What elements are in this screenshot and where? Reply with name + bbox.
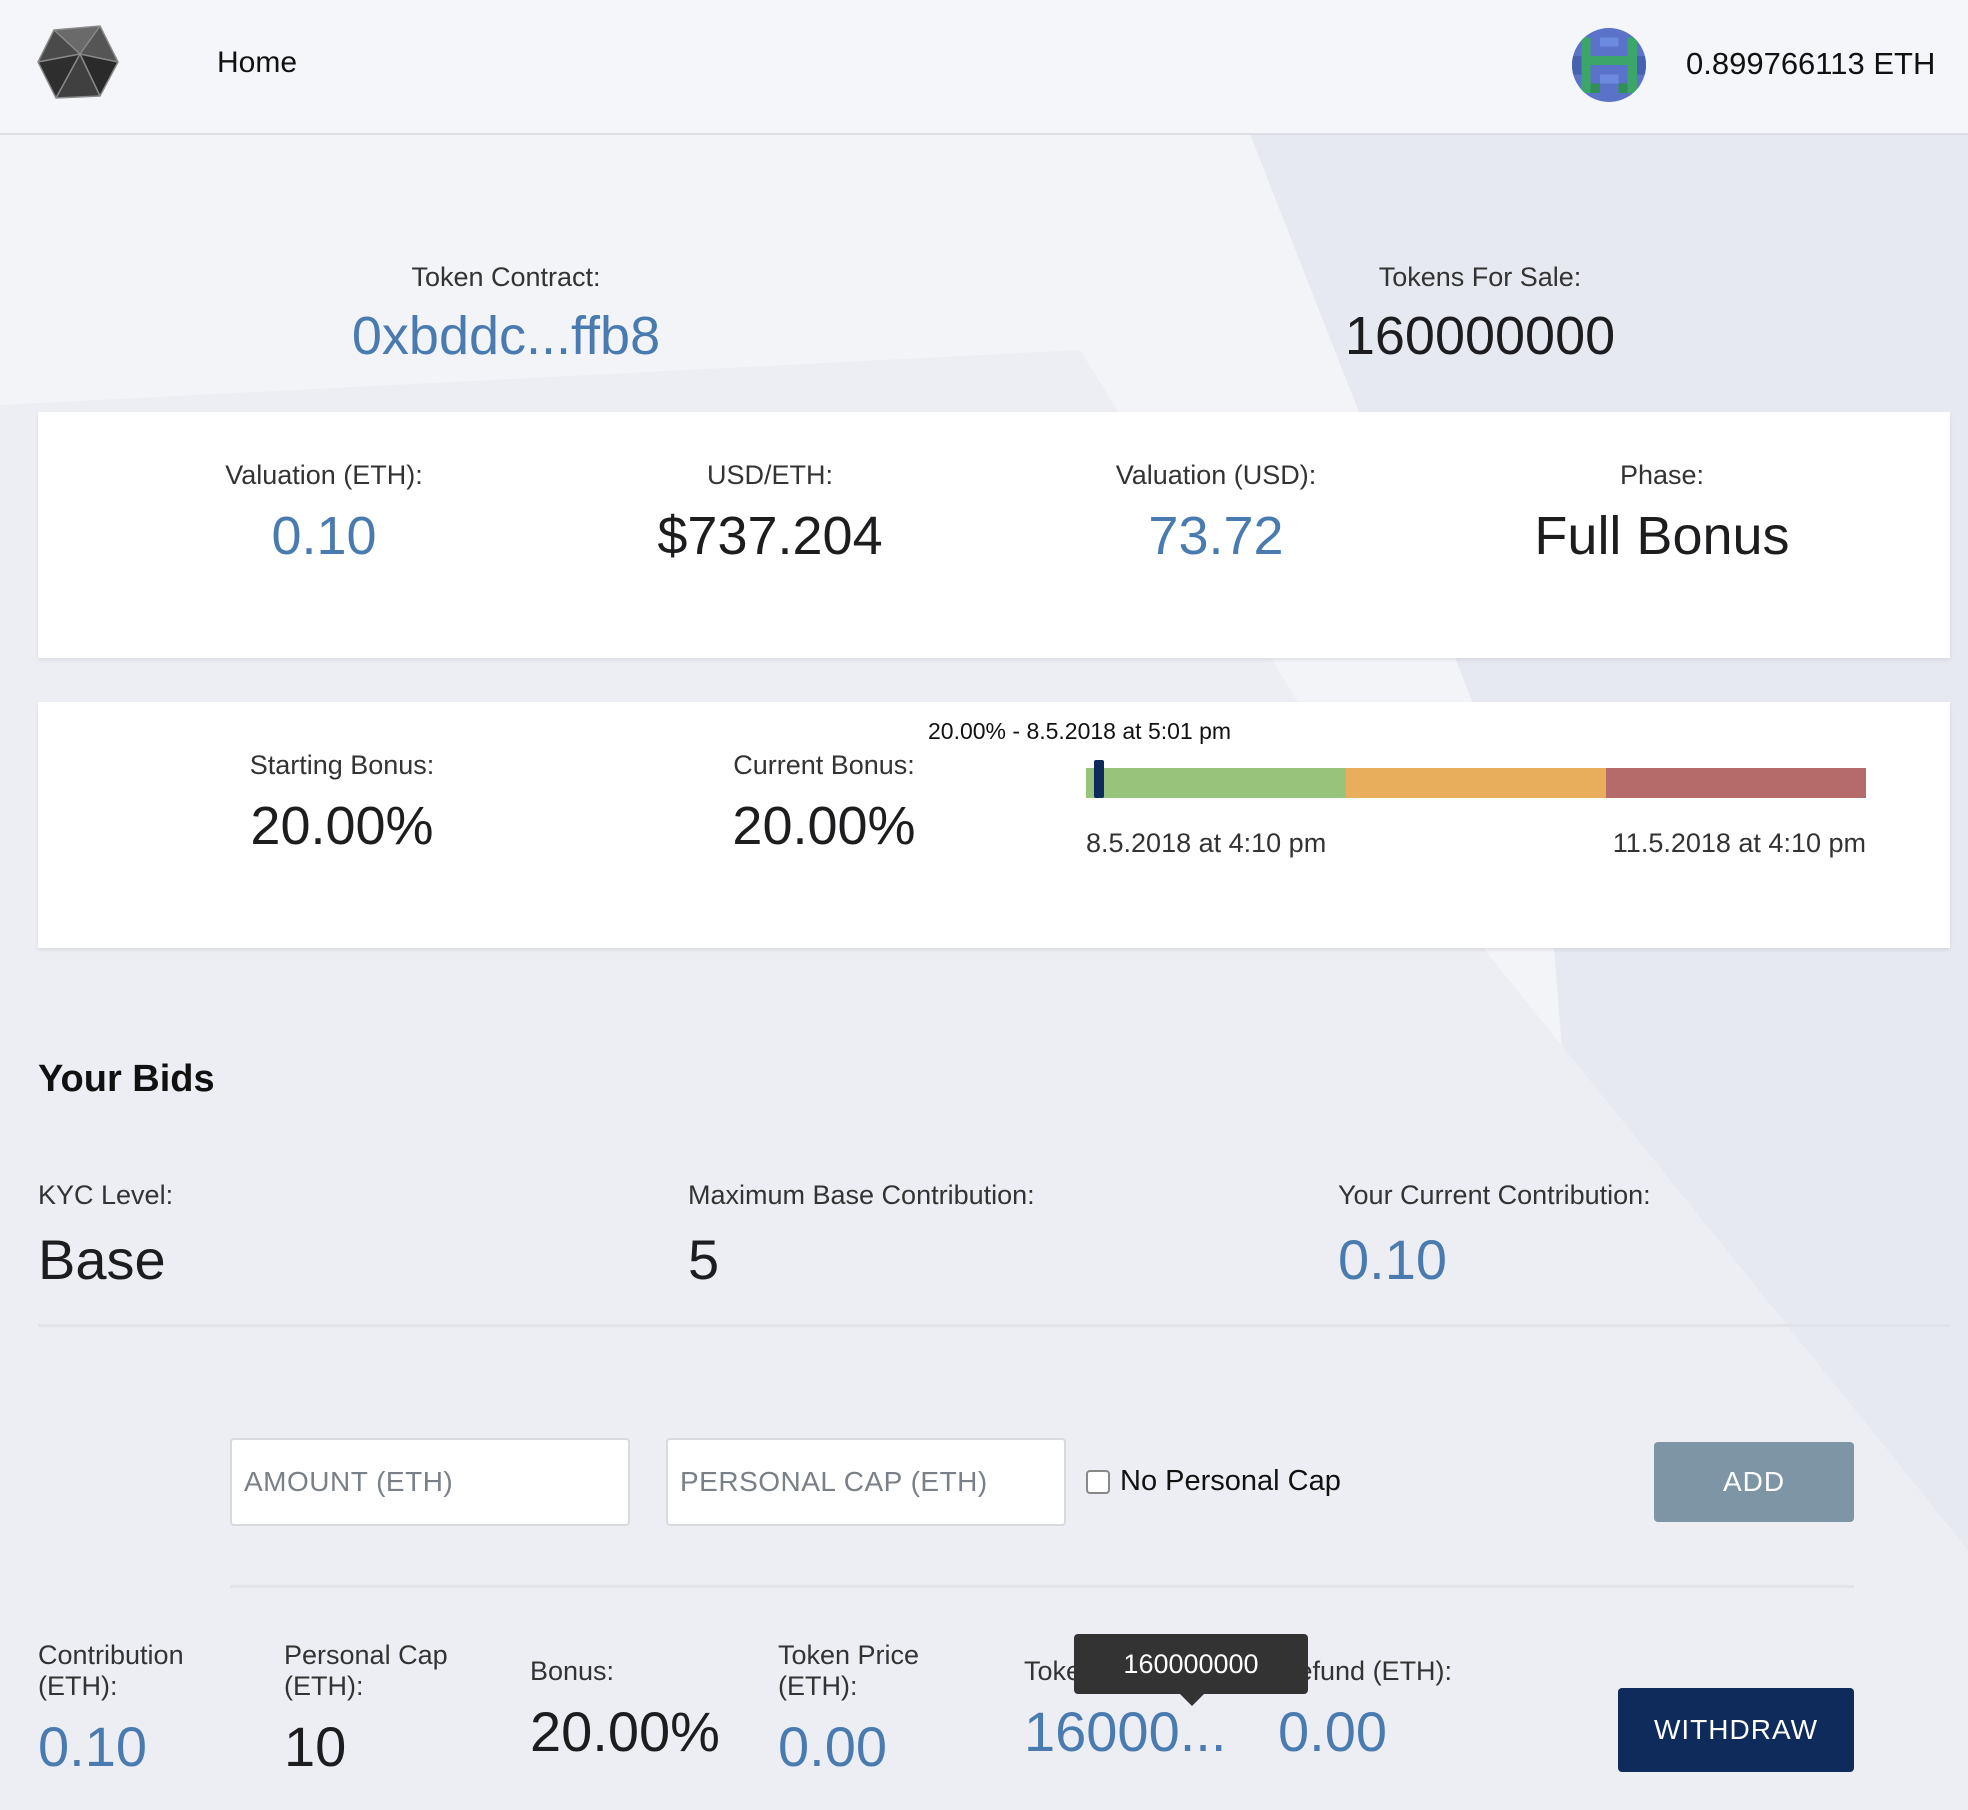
max-contribution-label: Maximum Base Contribution:: [688, 1180, 1035, 1210]
valuation-eth-label: Valuation (ETH):: [225, 460, 423, 490]
top-navbar: Home 0.899766113 ETH: [0, 0, 1968, 135]
usd-eth-block: USD/ETH: $737.204: [610, 460, 930, 567]
bonus-timeline: [1086, 768, 1866, 798]
your-bids-title: Your Bids: [38, 1058, 215, 1100]
current-bonus-block: Current Bonus: 20.00%: [664, 750, 984, 857]
bid-bonus-value: 20.00%: [530, 1700, 720, 1763]
valuation-usd-value: 73.72: [1148, 506, 1284, 566]
timeline-segment-partial-bonus: [1346, 768, 1606, 798]
divider: [230, 1585, 1854, 1588]
bid-bonus-label: Bonus:: [530, 1656, 615, 1686]
token-contract-block: Token Contract: 0xbddc...ffb8: [300, 262, 712, 367]
kyc-level-value: Base: [38, 1228, 166, 1291]
timeline-end-label: 11.5.2018 at 4:10 pm: [1612, 828, 1866, 858]
bid-token-price-value: 0.00: [778, 1715, 887, 1778]
bid-contribution-block: Contribution (ETH): 0.10: [38, 1640, 184, 1779]
tooltip-arrow: [1180, 1694, 1204, 1706]
bid-contribution-value: 0.10: [38, 1715, 147, 1778]
timeline-marker-label: 20.00% - 8.5.2018 at 5:01 pm: [928, 718, 1232, 744]
usd-eth-value: $737.204: [657, 506, 883, 566]
valuation-usd-block: Valuation (USD): 73.72: [1056, 460, 1376, 567]
no-personal-cap-label[interactable]: No Personal Cap: [1120, 1465, 1341, 1498]
no-personal-cap-checkbox[interactable]: [1086, 1470, 1110, 1494]
current-contribution-label: Your Current Contribution:: [1338, 1180, 1651, 1210]
valuation-eth-value: 0.10: [271, 506, 377, 566]
starting-bonus-block: Starting Bonus: 20.00%: [182, 750, 502, 857]
bid-contribution-label: Contribution (ETH):: [38, 1640, 184, 1701]
starting-bonus-value: 20.00%: [250, 796, 434, 856]
max-contribution-block: Maximum Base Contribution: 5: [688, 1180, 1035, 1292]
current-bonus-label: Current Bonus:: [733, 750, 915, 780]
bid-personal-cap-label: Personal Cap (ETH):: [284, 1640, 448, 1701]
token-contract-label: Token Contract:: [411, 262, 601, 292]
bid-refund-value: 0.00: [1278, 1700, 1387, 1763]
tokens-tooltip: 160000000: [1074, 1634, 1308, 1694]
kyc-level-label: KYC Level:: [38, 1180, 174, 1210]
bid-tokens-value[interactable]: 16000...: [1024, 1699, 1226, 1764]
tokens-for-sale-block: Tokens For Sale: 160000000: [1280, 262, 1680, 367]
max-contribution-value: 5: [688, 1228, 720, 1291]
tokens-for-sale-label: Tokens For Sale:: [1378, 262, 1582, 292]
tokens-for-sale-value: 160000000: [1344, 306, 1616, 366]
timeline-marker: [1093, 760, 1104, 798]
timeline-segment-full-bonus: [1086, 768, 1346, 798]
current-contribution-block: Your Current Contribution: 0.10: [1338, 1180, 1651, 1292]
phase-value: Full Bonus: [1534, 506, 1790, 566]
bid-token-price-block: Token Price (ETH): 0.00: [778, 1640, 919, 1779]
bid-bonus-block: Bonus: 20.00%: [530, 1656, 720, 1764]
add-bid-button[interactable]: ADD: [1654, 1442, 1854, 1522]
usd-eth-label: USD/ETH:: [706, 460, 833, 490]
personal-cap-input[interactable]: [666, 1438, 1066, 1526]
nav-home-link[interactable]: Home: [217, 46, 297, 80]
valuation-usd-label: Valuation (USD):: [1115, 460, 1317, 490]
bid-token-price-label: Token Price (ETH):: [778, 1640, 920, 1701]
phase-label: Phase:: [1619, 460, 1705, 490]
timeline-start-label: 8.5.2018 at 4:10 pm: [1086, 828, 1327, 858]
starting-bonus-label: Starting Bonus:: [249, 750, 435, 780]
logo-icon[interactable]: [36, 24, 120, 100]
bid-personal-cap-value: 10: [284, 1715, 347, 1778]
bid-personal-cap-block: Personal Cap (ETH): 10: [284, 1640, 448, 1779]
token-contract-link[interactable]: 0xbddc...ffb8: [300, 305, 712, 367]
current-bonus-value: 20.00%: [732, 796, 916, 856]
timeline-segment-no-bonus: [1606, 768, 1866, 798]
current-contribution-value: 0.10: [1338, 1228, 1447, 1291]
eth-balance: 0.899766113 ETH: [1686, 46, 1936, 81]
phase-block: Phase: Full Bonus: [1482, 460, 1842, 567]
valuation-eth-block: Valuation (ETH): 0.10: [164, 460, 484, 567]
amount-input[interactable]: [230, 1438, 630, 1526]
divider: [38, 1324, 1950, 1327]
kyc-level-block: KYC Level: Base: [38, 1180, 173, 1292]
avatar[interactable]: [1572, 28, 1646, 102]
withdraw-button[interactable]: WITHDRAW: [1618, 1688, 1854, 1772]
